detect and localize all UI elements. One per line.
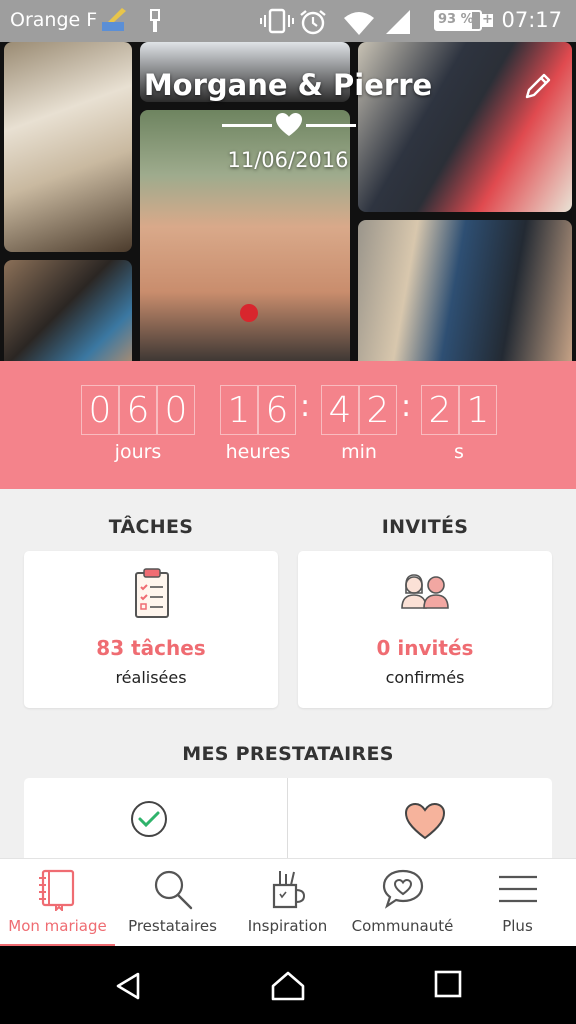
- hero-photo-collage: Morgane & Pierre 11/06/2016: [0, 42, 576, 361]
- battery-percent: 93 %: [438, 12, 474, 27]
- status-bar: Orange F 93 % + 07:17: [0, 0, 576, 42]
- countdown-digit: 4: [321, 385, 359, 435]
- countdown-digit: 1: [459, 385, 497, 435]
- countdown-digit: 0: [81, 385, 119, 435]
- countdown-digit: 2: [421, 385, 459, 435]
- countdown-label-minutes: min: [341, 441, 377, 463]
- home-icon[interactable]: [270, 970, 306, 1002]
- favorite-heart-icon[interactable]: [404, 802, 446, 840]
- check-circle-icon[interactable]: [130, 800, 168, 838]
- clock: 07:17: [501, 8, 562, 32]
- guests-heading: INVITÉS: [381, 516, 469, 538]
- vibrate-icon: [260, 8, 294, 34]
- nav-label: Mon mariage: [8, 917, 107, 935]
- recents-icon[interactable]: [434, 970, 462, 998]
- vendors-divider: [287, 778, 288, 868]
- wedding-countdown: 0 6 0 1 6 : 4 2 : 2 1 jours heures min s: [0, 361, 576, 489]
- countdown-label-hours: heures: [225, 441, 291, 463]
- nav-communaute[interactable]: Communauté: [345, 859, 460, 947]
- guests-couple-icon: [401, 574, 449, 609]
- countdown-digit: 1: [220, 385, 258, 435]
- countdown-separator: :: [401, 389, 412, 424]
- vendors-card[interactable]: [24, 778, 552, 868]
- tasks-heading: TÂCHES: [108, 516, 194, 538]
- wedding-date: 11/06/2016: [227, 148, 349, 172]
- wifi-icon: [344, 12, 374, 35]
- tasks-card[interactable]: 83 tâches réalisées: [24, 551, 278, 708]
- nav-prestataires[interactable]: Prestataires: [115, 859, 230, 947]
- back-icon[interactable]: [112, 970, 144, 1002]
- guests-sub: confirmés: [385, 668, 465, 687]
- countdown-digit: 6: [258, 385, 296, 435]
- tasks-count: 83 tâches: [96, 636, 206, 660]
- signal-icon: [386, 10, 410, 34]
- nav-label: Prestataires: [128, 917, 217, 935]
- notebook-icon: [39, 869, 75, 911]
- pencil-cup-icon: [272, 871, 306, 909]
- rose-detail: [240, 304, 258, 322]
- countdown-minutes: 4 2: [321, 385, 397, 435]
- nav-label: Communauté: [351, 917, 454, 935]
- heart-icon: [276, 113, 302, 136]
- guests-count: 0 invités: [376, 636, 474, 660]
- divider-left: [222, 124, 272, 127]
- countdown-digit: 2: [359, 385, 397, 435]
- nav-plus[interactable]: Plus: [460, 859, 575, 947]
- nav-label: Plus: [502, 917, 533, 935]
- bottom-navigation: Mon mariage Prestataires Inspiration Com…: [0, 858, 576, 947]
- chat-heart-icon: [382, 869, 424, 909]
- countdown-days: 0 6 0: [81, 385, 195, 435]
- collage-photo-5: [4, 260, 132, 361]
- alarm-icon: [300, 10, 326, 35]
- system-navigation-bar: [0, 946, 576, 1024]
- countdown-seconds: 2 1: [421, 385, 497, 435]
- divider-right: [306, 124, 356, 127]
- nav-label: Inspiration: [247, 917, 328, 935]
- nav-inspiration[interactable]: Inspiration: [230, 859, 345, 947]
- countdown-separator: :: [300, 389, 311, 424]
- menu-icon: [499, 875, 537, 903]
- couple-names: Morgane & Pierre: [143, 68, 433, 102]
- countdown-label-seconds: s: [454, 441, 464, 463]
- nav-mon-mariage[interactable]: Mon mariage: [0, 859, 115, 947]
- battery-indicator: 93 %: [434, 10, 482, 31]
- search-icon: [154, 870, 193, 910]
- broom-notification-icon: [102, 8, 126, 31]
- countdown-digit: 0: [157, 385, 195, 435]
- guests-card[interactable]: 0 invités confirmés: [298, 551, 552, 708]
- edit-pencil-icon[interactable]: [522, 70, 554, 102]
- usb-icon: [150, 9, 160, 32]
- collage-photo-6: [358, 220, 572, 361]
- charging-icon: +: [482, 12, 493, 27]
- vendors-heading: MES PRESTATAIRES: [182, 743, 394, 765]
- countdown-digit: 6: [119, 385, 157, 435]
- tasks-sub: réalisées: [115, 668, 187, 687]
- countdown-label-days: jours: [114, 441, 162, 463]
- carrier-name: Orange F: [10, 9, 98, 31]
- checklist-clipboard-icon: [135, 568, 169, 618]
- countdown-hours: 1 6: [220, 385, 296, 435]
